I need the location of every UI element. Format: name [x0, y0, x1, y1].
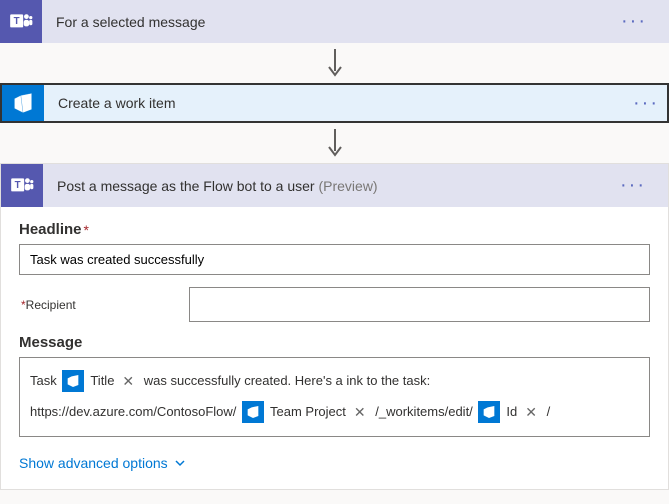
step1-title: For a selected message	[56, 14, 613, 30]
recipient-input[interactable]	[189, 287, 650, 322]
azure-devops-icon	[2, 85, 44, 121]
required-star: *	[84, 222, 89, 238]
token-id[interactable]: Id ✕	[478, 397, 541, 428]
step2-more-icon[interactable]: ···	[625, 92, 667, 115]
step-create-work-item[interactable]: Create a work item ···	[0, 83, 669, 123]
message-label: Message	[19, 334, 82, 351]
step3-title: Post a message as the Flow bot to a user…	[57, 178, 612, 194]
svg-text:T: T	[14, 16, 20, 27]
recipient-label: *Recipient	[19, 298, 189, 312]
azure-devops-icon	[478, 401, 500, 423]
connector-arrow-1	[0, 43, 669, 83]
token-title[interactable]: Title ✕	[62, 366, 138, 397]
message-input[interactable]: Task Title ✕ was successfully created. H…	[19, 357, 650, 437]
step2-title: Create a work item	[58, 95, 611, 111]
step-selected-message[interactable]: T For a selected message ···	[0, 0, 669, 43]
token-remove-icon[interactable]: ✕	[118, 366, 138, 397]
step3-header[interactable]: T Post a message as the Flow bot to a us…	[1, 164, 668, 207]
headline-label: Headline	[19, 221, 82, 238]
token-remove-icon[interactable]: ✕	[350, 397, 370, 428]
azure-devops-icon	[62, 370, 84, 392]
step3-more-icon[interactable]: ···	[612, 174, 654, 197]
teams-icon: T	[1, 164, 43, 207]
teams-icon: T	[0, 0, 42, 43]
token-team-project[interactable]: Team Project ✕	[242, 397, 370, 428]
headline-input[interactable]	[19, 244, 650, 275]
chevron-down-icon	[174, 457, 186, 469]
step-post-message: T Post a message as the Flow bot to a us…	[0, 163, 669, 490]
azure-devops-icon	[242, 401, 264, 423]
step1-more-icon[interactable]: ···	[613, 10, 655, 33]
show-advanced-options-link[interactable]: Show advanced options	[19, 455, 186, 471]
svg-text:T: T	[15, 180, 21, 191]
preview-tag: (Preview)	[318, 178, 377, 194]
token-remove-icon[interactable]: ✕	[521, 397, 541, 428]
connector-arrow-2	[0, 123, 669, 163]
